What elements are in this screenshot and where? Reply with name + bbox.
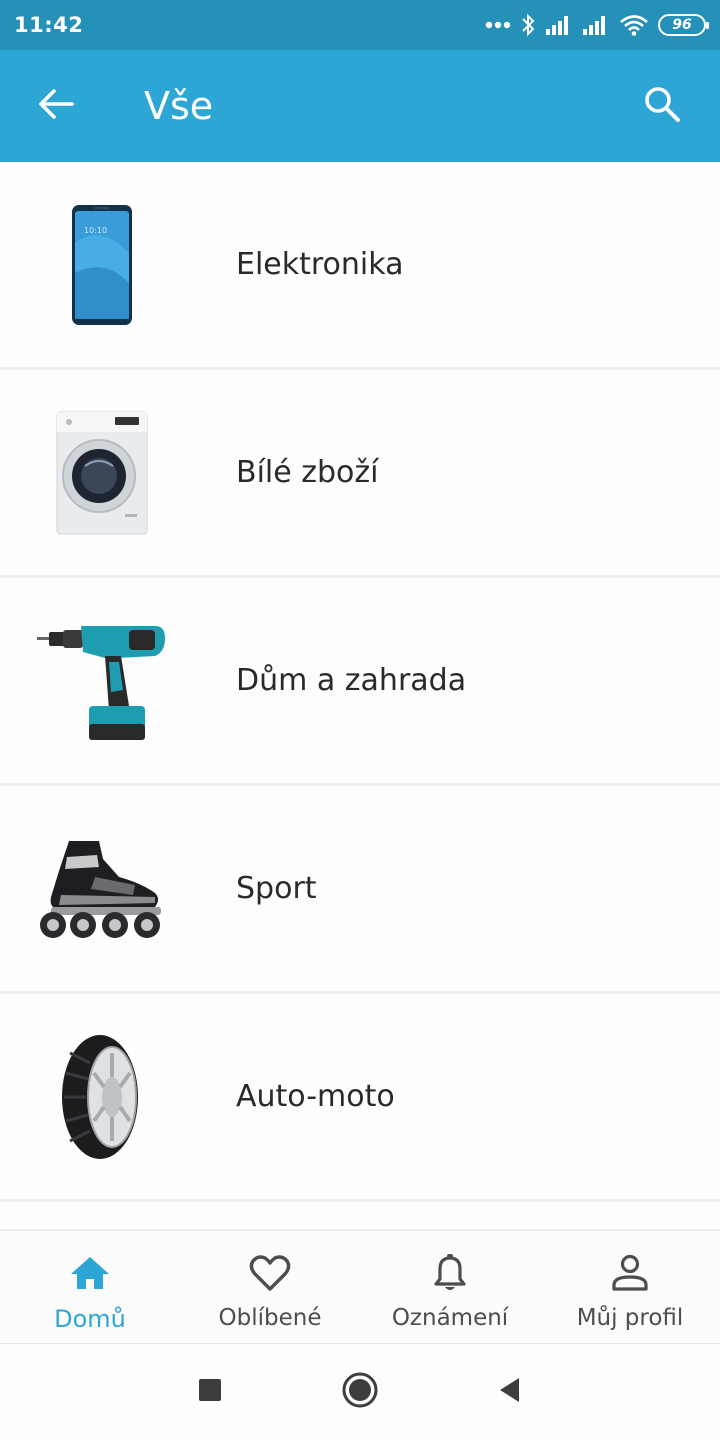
category-row-sport[interactable]: Sport [0, 786, 720, 994]
cordless-drill-image [30, 612, 174, 750]
svg-text:10:10: 10:10 [84, 226, 107, 235]
system-nav-bar [0, 1345, 720, 1440]
arrow-left-icon [38, 88, 74, 125]
tire-image [30, 1028, 174, 1166]
heart-icon [249, 1251, 291, 1295]
status-icons: 96 [485, 13, 709, 37]
battery-indicator: 96 [658, 14, 709, 36]
recents-button[interactable] [185, 1368, 235, 1418]
nav-item-notifications[interactable]: Oznámení [360, 1231, 540, 1343]
bell-icon [432, 1251, 468, 1295]
nav-label: Oblíbené [218, 1305, 322, 1331]
home-system-button[interactable] [335, 1368, 385, 1418]
wifi-icon [619, 14, 649, 36]
category-label: Elektronika [236, 247, 404, 282]
circle-icon [341, 1371, 379, 1414]
category-row-elektronika[interactable]: 10:10 Elektronika [0, 162, 720, 370]
nav-label: Domů [54, 1305, 126, 1333]
category-list: 10:10 Elektronika Bílé zboží Dům a zahra… [0, 162, 720, 1232]
back-button[interactable] [20, 70, 92, 142]
category-label: Sport [236, 871, 317, 906]
triangle-back-icon [497, 1376, 523, 1409]
search-icon [643, 85, 681, 128]
back-system-button[interactable] [485, 1368, 535, 1418]
screen: 11:42 96 Vše 10:10 Elektronika Bílé zbož… [0, 0, 720, 1440]
bottom-nav: Domů Oblíbené Oznámení Můj profil [0, 1230, 720, 1344]
signal-icon [545, 14, 573, 36]
page-title: Vše [144, 84, 214, 128]
app-bar: Vše [0, 50, 720, 162]
category-row-auto-moto[interactable]: Auto-moto [0, 994, 720, 1202]
search-button[interactable] [626, 70, 698, 142]
category-row-dum-a-zahrada[interactable]: Dům a zahrada [0, 578, 720, 786]
washing-machine-image [30, 404, 174, 542]
inline-skate-image [30, 820, 174, 958]
category-label: Bílé zboží [236, 455, 379, 490]
square-icon [197, 1377, 223, 1408]
nav-item-profile[interactable]: Můj profil [540, 1231, 720, 1343]
person-icon [611, 1251, 649, 1295]
list-item-partial [0, 1202, 720, 1232]
nav-item-favorites[interactable]: Oblíbené [180, 1231, 360, 1343]
nav-label: Můj profil [576, 1305, 684, 1331]
nav-label: Oznámení [391, 1305, 509, 1331]
category-row-bile-zbozi[interactable]: Bílé zboží [0, 370, 720, 578]
bluetooth-icon [520, 13, 536, 37]
home-icon [69, 1251, 111, 1295]
nav-item-home[interactable]: Domů [0, 1231, 180, 1343]
status-time: 11:42 [14, 13, 84, 37]
signal-icon-2 [582, 14, 610, 36]
category-label: Auto-moto [236, 1079, 395, 1114]
more-dots-icon [485, 21, 511, 29]
smartphone-image: 10:10 [30, 196, 174, 334]
status-bar: 11:42 96 [0, 0, 720, 50]
category-label: Dům a zahrada [236, 663, 467, 698]
